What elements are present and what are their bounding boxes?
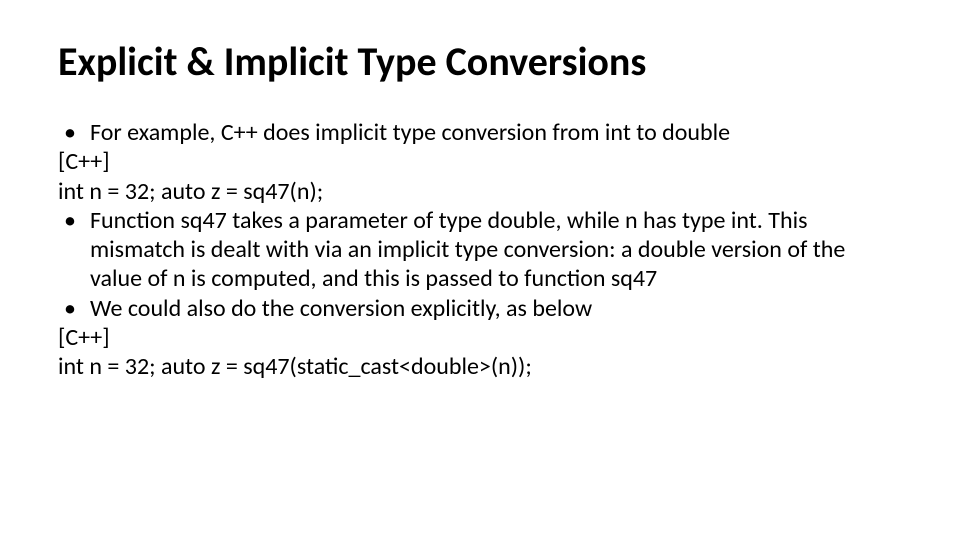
bullet-item: • We could also do the conversion explic… bbox=[58, 294, 902, 323]
code-label: [C++] bbox=[58, 323, 902, 352]
slide: Explicit & Implicit Type Conversions • F… bbox=[0, 0, 960, 540]
code-label: [C++] bbox=[58, 147, 902, 176]
code-line: int n = 32; auto z = sq47(n); bbox=[58, 177, 902, 206]
bullet-item: • Function sq47 takes a parameter of typ… bbox=[58, 206, 902, 294]
bullet-text: For example, C++ does implicit type conv… bbox=[90, 118, 902, 147]
bullet-dot: • bbox=[58, 206, 90, 294]
bullet-dot: • bbox=[58, 294, 90, 323]
bullet-item: • For example, C++ does implicit type co… bbox=[58, 118, 902, 147]
bullet-text: We could also do the conversion explicit… bbox=[90, 294, 902, 323]
bullet-dot: • bbox=[58, 118, 90, 147]
bullet-text: Function sq47 takes a parameter of type … bbox=[90, 206, 902, 294]
code-line: int n = 32; auto z = sq47(static_cast<do… bbox=[58, 352, 902, 381]
slide-body: • For example, C++ does implicit type co… bbox=[58, 118, 902, 381]
slide-title: Explicit & Implicit Type Conversions bbox=[58, 40, 902, 84]
